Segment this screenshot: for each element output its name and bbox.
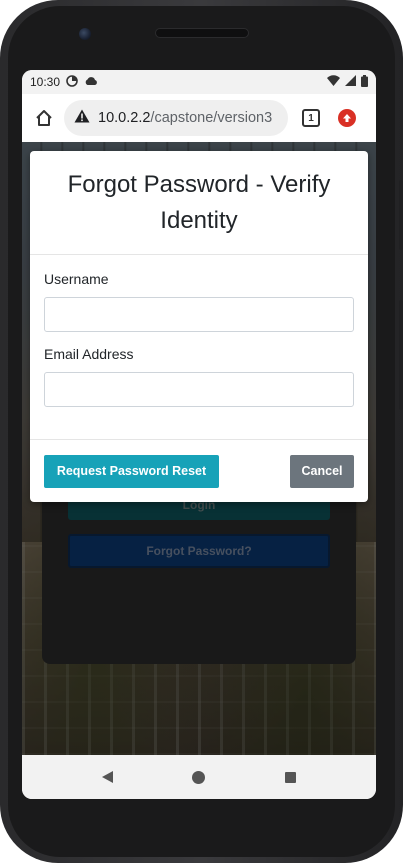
url-path: /capstone/version3	[150, 110, 273, 126]
status-time: 10:30	[30, 75, 61, 89]
email-group: Email Address	[44, 346, 354, 407]
request-reset-button[interactable]: Request Password Reset	[44, 454, 219, 488]
home-icon[interactable]	[30, 104, 58, 132]
email-field[interactable]	[44, 372, 354, 407]
warning-icon[interactable]	[74, 109, 90, 128]
url-text: 10.0.2.2/capstone/version3	[98, 110, 272, 126]
tabs-icon[interactable]: 1	[302, 109, 320, 127]
status-bar: 10:30	[22, 70, 376, 94]
screen: 10:30 10.0.2.2/capstone/version3 1 Login…	[22, 70, 376, 799]
speaker-grille	[155, 28, 249, 38]
modal-header: Forgot Password - Verify Identity	[30, 151, 368, 255]
cancel-button[interactable]: Cancel	[290, 454, 354, 488]
system-nav-bar	[22, 755, 376, 799]
wifi-icon	[327, 75, 340, 89]
battery-icon	[361, 74, 368, 90]
phone-frame: 10:30 10.0.2.2/capstone/version3 1 Login…	[0, 0, 403, 863]
username-label: Username	[44, 271, 109, 287]
update-icon[interactable]	[338, 109, 356, 127]
modal-body: Username Email Address	[30, 255, 368, 440]
username-field[interactable]	[44, 297, 354, 332]
back-icon[interactable]	[101, 771, 113, 783]
email-label: Email Address	[44, 346, 134, 362]
home-nav-icon[interactable]	[192, 770, 206, 784]
modal-title: Forgot Password - Verify Identity	[67, 170, 331, 234]
cloud-icon	[84, 75, 98, 89]
data-saver-icon	[66, 74, 78, 90]
side-button-volume	[399, 300, 403, 410]
address-bar[interactable]: 10.0.2.2/capstone/version3	[64, 100, 288, 136]
side-button-power	[399, 180, 403, 250]
web-content: Login Forgot Password? Forgot Password -…	[22, 142, 376, 755]
tab-count: 1	[308, 112, 314, 124]
forgot-password-modal: Forgot Password - Verify Identity Userna…	[30, 151, 368, 502]
modal-footer: Request Password Reset Cancel	[30, 440, 368, 502]
username-group: Username	[44, 271, 354, 332]
url-host: 10.0.2.2	[98, 110, 151, 126]
front-camera	[79, 28, 91, 40]
recents-icon[interactable]	[285, 771, 297, 783]
browser-toolbar: 10.0.2.2/capstone/version3 1	[22, 94, 376, 142]
signal-icon	[345, 75, 356, 89]
